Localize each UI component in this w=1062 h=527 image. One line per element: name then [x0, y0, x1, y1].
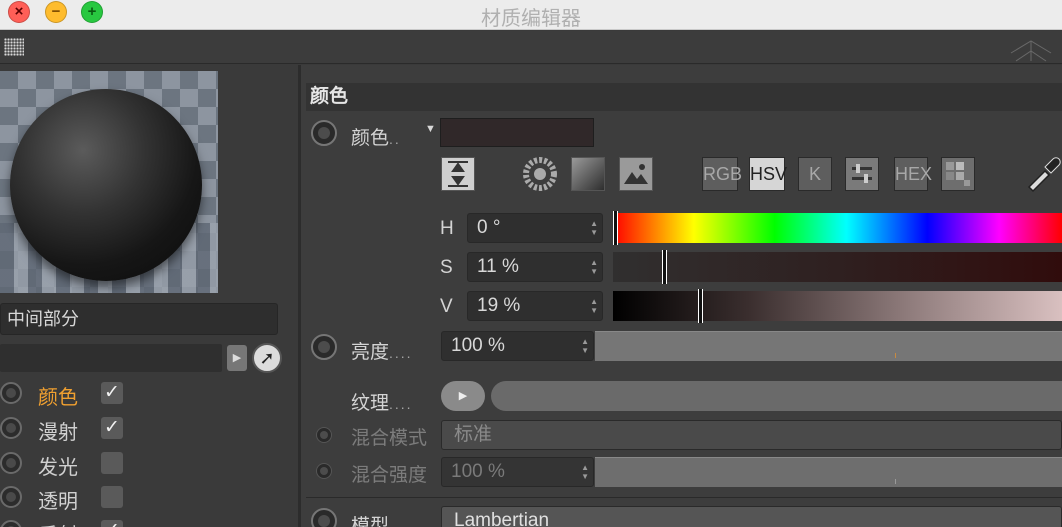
texture-label-text: 纹理	[351, 393, 390, 414]
blend-strength-radio[interactable]	[316, 463, 332, 479]
channel-radio[interactable]	[0, 382, 22, 404]
color-wheel-vertical-icon[interactable]	[441, 157, 475, 191]
brightness-tick	[895, 353, 896, 358]
left-panel: 中间部分 ▶ ➚ 颜色 ✓ 漫射 ✓ 发光 透明 反射 ✓	[0, 65, 298, 527]
channel-label[interactable]: 漫射	[38, 416, 78, 445]
mode-rgb-button[interactable]: RGB	[702, 157, 742, 191]
blend-mode-radio[interactable]	[316, 427, 332, 443]
eyedropper-icon[interactable]	[1023, 153, 1062, 193]
s-label: S	[440, 257, 453, 278]
section-header: 颜色	[306, 83, 1062, 111]
title-bar: × − + 材质编辑器	[0, 0, 1062, 30]
h-value: 0 °	[477, 217, 501, 238]
channel-label[interactable]: 颜色	[38, 381, 78, 410]
channel-radio[interactable]	[0, 520, 22, 527]
channel-checkbox[interactable]: ✓	[101, 520, 123, 527]
channel-label[interactable]: 发光	[38, 451, 78, 480]
value-slider[interactable]	[613, 289, 1062, 323]
brightness-animate-radio[interactable]	[311, 334, 337, 360]
swatches-icon[interactable]	[941, 157, 975, 191]
s-input[interactable]: 11 % ▲ ▼	[467, 252, 603, 282]
blend-strength-input[interactable]: 100 % ▲ ▼	[441, 457, 594, 487]
spectrum-icon[interactable]	[571, 157, 605, 191]
channel-label[interactable]: 反射	[38, 519, 78, 527]
brightness-slider[interactable]	[595, 331, 1062, 361]
section-separator	[306, 497, 1062, 498]
expand-arrow-button[interactable]: ▶	[227, 345, 247, 371]
grid-menu-icon[interactable]	[4, 38, 24, 56]
model-label: 模型	[351, 516, 390, 527]
v-value: 19 %	[477, 295, 521, 316]
h-input[interactable]: 0 ° ▲ ▼	[467, 213, 603, 243]
channel-label[interactable]: 透明	[38, 485, 78, 514]
toolbar	[0, 31, 1062, 64]
channel-row-transparency[interactable]: 透明	[0, 481, 298, 513]
v-input[interactable]: 19 % ▲ ▼	[467, 291, 603, 321]
blend-strength-spinner[interactable]: ▲ ▼	[581, 463, 589, 481]
texture-slot[interactable]	[491, 381, 1062, 411]
blend-mode-label: 混合模式	[351, 428, 428, 449]
texture-menu-button[interactable]: ▶	[441, 381, 485, 411]
s-spinner[interactable]: ▲ ▼	[590, 258, 598, 276]
window-title: 材质编辑器	[481, 6, 581, 30]
channel-row-color[interactable]: 颜色 ✓	[0, 377, 298, 409]
brightness-label-text: 亮度	[351, 342, 390, 363]
color-settings-panel: 颜色 颜色.. ▼ RGB HSV K HEX H 0 ° ▲ ▼ S 11 % …	[301, 65, 1062, 527]
channel-row-diffuse[interactable]: 漫射 ✓	[0, 412, 298, 444]
channel-radio[interactable]	[0, 486, 22, 508]
channel-row-luminance[interactable]: 发光	[0, 447, 298, 479]
saturation-marker[interactable]	[662, 250, 667, 284]
swatch-caret-icon[interactable]: ▼	[425, 123, 436, 135]
channel-checkbox[interactable]: ✓	[101, 417, 123, 439]
model-radio[interactable]	[311, 508, 337, 527]
channel-radio[interactable]	[0, 417, 22, 439]
color-label: 颜色..	[351, 123, 401, 150]
channel-radio[interactable]	[0, 452, 22, 474]
hue-marker[interactable]	[613, 211, 618, 245]
texture-dots: ....	[389, 396, 413, 412]
h-label: H	[440, 218, 454, 239]
channel-filter-field[interactable]	[0, 344, 222, 372]
model-select[interactable]: Lambertian	[441, 506, 1062, 527]
color-wheel-icon[interactable]	[523, 157, 557, 191]
color-label-dots: ..	[389, 131, 401, 147]
channel-checkbox[interactable]: ✓	[101, 382, 123, 404]
material-preview[interactable]	[0, 71, 218, 293]
color-label-text: 颜色	[351, 128, 390, 149]
blend-strength-label: 混合强度	[351, 465, 428, 486]
s-value: 11 %	[477, 256, 519, 277]
h-spinner[interactable]: ▲ ▼	[590, 219, 598, 237]
blend-strength-value: 100 %	[451, 461, 505, 482]
corner-decoration-icon	[1010, 40, 1052, 62]
preview-sphere	[10, 89, 202, 281]
pick-cursor-button[interactable]: ➚	[252, 343, 282, 373]
mode-hsv-button[interactable]: HSV	[749, 157, 787, 191]
color-animate-radio[interactable]	[311, 120, 337, 146]
hue-slider[interactable]	[613, 211, 1062, 245]
texture-label: 纹理....	[351, 388, 413, 415]
channel-checkbox[interactable]	[101, 486, 123, 508]
blend-strength-slider[interactable]	[595, 457, 1062, 487]
channel-row-reflectance[interactable]: 反射 ✓	[0, 515, 298, 527]
value-marker[interactable]	[698, 289, 703, 323]
brightness-value: 100 %	[451, 335, 505, 356]
brightness-input[interactable]: 100 % ▲ ▼	[441, 331, 594, 361]
v-label: V	[440, 296, 453, 317]
blend-mode-select[interactable]: 标准	[441, 420, 1062, 450]
brightness-label: 亮度....	[351, 337, 413, 364]
saturation-slider[interactable]	[613, 250, 1062, 284]
material-name-field[interactable]: 中间部分	[0, 303, 278, 335]
mode-k-button[interactable]: K	[798, 157, 832, 191]
image-picker-icon[interactable]	[619, 157, 653, 191]
brightness-dots: ....	[389, 345, 413, 361]
v-spinner[interactable]: ▲ ▼	[590, 297, 598, 315]
blend-strength-tick	[895, 479, 896, 484]
channel-checkbox[interactable]	[101, 452, 123, 474]
mixer-icon[interactable]	[845, 157, 879, 191]
color-swatch[interactable]	[440, 118, 594, 147]
mode-hex-button[interactable]: HEX	[894, 157, 932, 191]
brightness-spinner[interactable]: ▲ ▼	[581, 337, 589, 355]
